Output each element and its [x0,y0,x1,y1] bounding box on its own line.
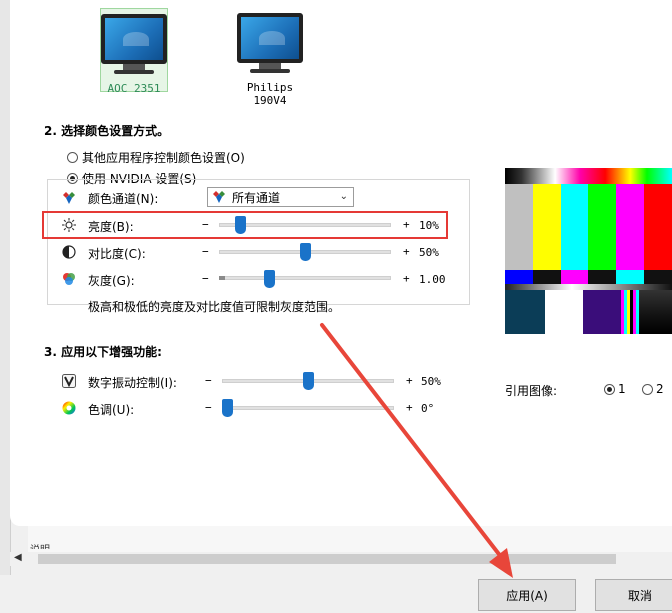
color-channel-icon [63,192,75,204]
panel-bottom-shade [28,526,672,552]
apply-button[interactable]: 应用(A) [478,579,576,611]
vibrance-icon [62,374,76,388]
monitor-label: AOC 2351 [107,82,161,95]
contrast-icon [62,245,76,259]
radio-circle [67,152,78,163]
hue-plus: + [406,401,413,414]
hue-value: 0° [421,402,435,415]
contrast-plus: + [403,245,410,258]
monitor-icon [237,13,303,63]
chevron-down-icon: ⌄ [339,191,348,202]
contrast-label: 对比度(C): [88,247,146,261]
horizontal-scrollbar[interactable]: ◀ [10,552,672,566]
vibrance-slider-thumb[interactable] [303,372,314,390]
reference-image-label: 引用图像: [505,384,558,398]
cancel-button[interactable]: 取消 [595,579,672,611]
monitor-aoc[interactable]: AOC 2351 [100,8,168,95]
hue-slider-thumb[interactable] [222,399,233,417]
hue-track[interactable] [222,406,394,410]
gamma-label: 灰度(G): [88,274,135,288]
monitor-icon [101,14,167,64]
radio-label: 其他应用程序控制颜色设置(O) [82,151,245,165]
scrollbar-thumb[interactable] [38,554,616,564]
contrast-slider-thumb[interactable] [300,243,311,261]
vibrance-plus: + [406,374,413,387]
radio-other-apps[interactable]: 其他应用程序控制颜色设置(O) [67,149,245,166]
brightness-highlight-box [42,211,448,239]
scroll-left-icon[interactable]: ◀ [14,552,22,563]
hue-label: 色调(U): [88,403,135,417]
section-3-title: 3. 应用以下增强功能: [44,345,162,359]
reference-radio-2[interactable]: 2 [642,382,664,396]
reference-test-pattern [505,168,672,334]
vibrance-label: 数字振动控制(I): [88,376,177,390]
color-channel-icon [213,191,225,203]
radio-circle [604,383,615,395]
hue-wheel-icon [62,401,76,415]
gamma-plus: + [403,272,410,285]
radio-label: 2 [656,382,664,396]
gamma-track[interactable] [219,276,391,280]
color-channel-label: 颜色通道(N): [88,192,159,206]
gamma-minus: − [202,272,209,285]
gamma-track-notch [219,276,225,280]
clipped-text: 说明 [30,541,50,549]
hue-minus: − [205,401,212,414]
color-channel-value: 所有通道 [232,190,281,205]
contrast-value: 50% [419,246,439,259]
gamma-slider-thumb[interactable] [264,270,275,288]
reference-radio-1[interactable]: 1 [604,382,626,396]
vibrance-value: 50% [421,375,441,388]
monitor-philips[interactable]: Philips 190V4 [230,8,310,107]
rgb-circles-icon [63,273,75,285]
vibrance-minus: − [205,374,212,387]
section-2-title: 2. 选择颜色设置方式。 [44,124,170,138]
monitor-label: Philips 190V4 [246,81,294,107]
color-channel-select[interactable]: 所有通道 ⌄ [207,187,354,207]
radio-circle [642,383,653,395]
radio-label: 1 [618,382,626,396]
gamma-value: 1.00 [419,273,446,286]
contrast-minus: − [202,245,209,258]
range-note: 极高和极低的亮度及对比度值可限制灰度范围。 [88,300,341,314]
